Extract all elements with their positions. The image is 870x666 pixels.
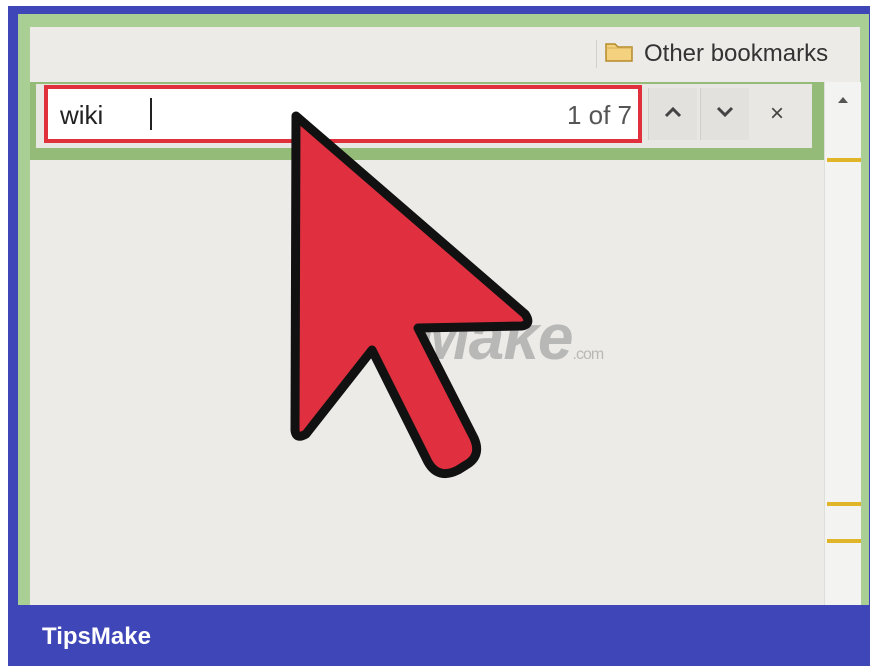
chevron-up-icon (663, 105, 683, 124)
bookmarks-divider (596, 40, 597, 68)
search-match-marker (827, 158, 861, 162)
vertical-scrollbar[interactable] (824, 82, 861, 605)
search-match-marker (827, 502, 861, 506)
footer-bar: TipsMake (8, 605, 870, 666)
search-match-marker (827, 539, 861, 543)
match-count: 1 of 7 (566, 100, 632, 130)
folder-icon (604, 39, 634, 70)
text-caret (150, 98, 152, 130)
chevron-down-icon (715, 105, 735, 124)
close-icon: × (769, 100, 784, 127)
find-next-button[interactable] (700, 88, 749, 140)
close-find-button[interactable]: × (754, 88, 800, 140)
find-previous-button[interactable] (648, 88, 697, 140)
other-bookmarks-button[interactable]: Other bookmarks (604, 38, 828, 70)
mouse-pointer-icon (290, 111, 533, 479)
scroll-up-arrow-icon[interactable] (825, 88, 861, 112)
other-bookmarks-label: Other bookmarks (644, 40, 829, 67)
footer-brand: TipsMake (42, 623, 151, 650)
